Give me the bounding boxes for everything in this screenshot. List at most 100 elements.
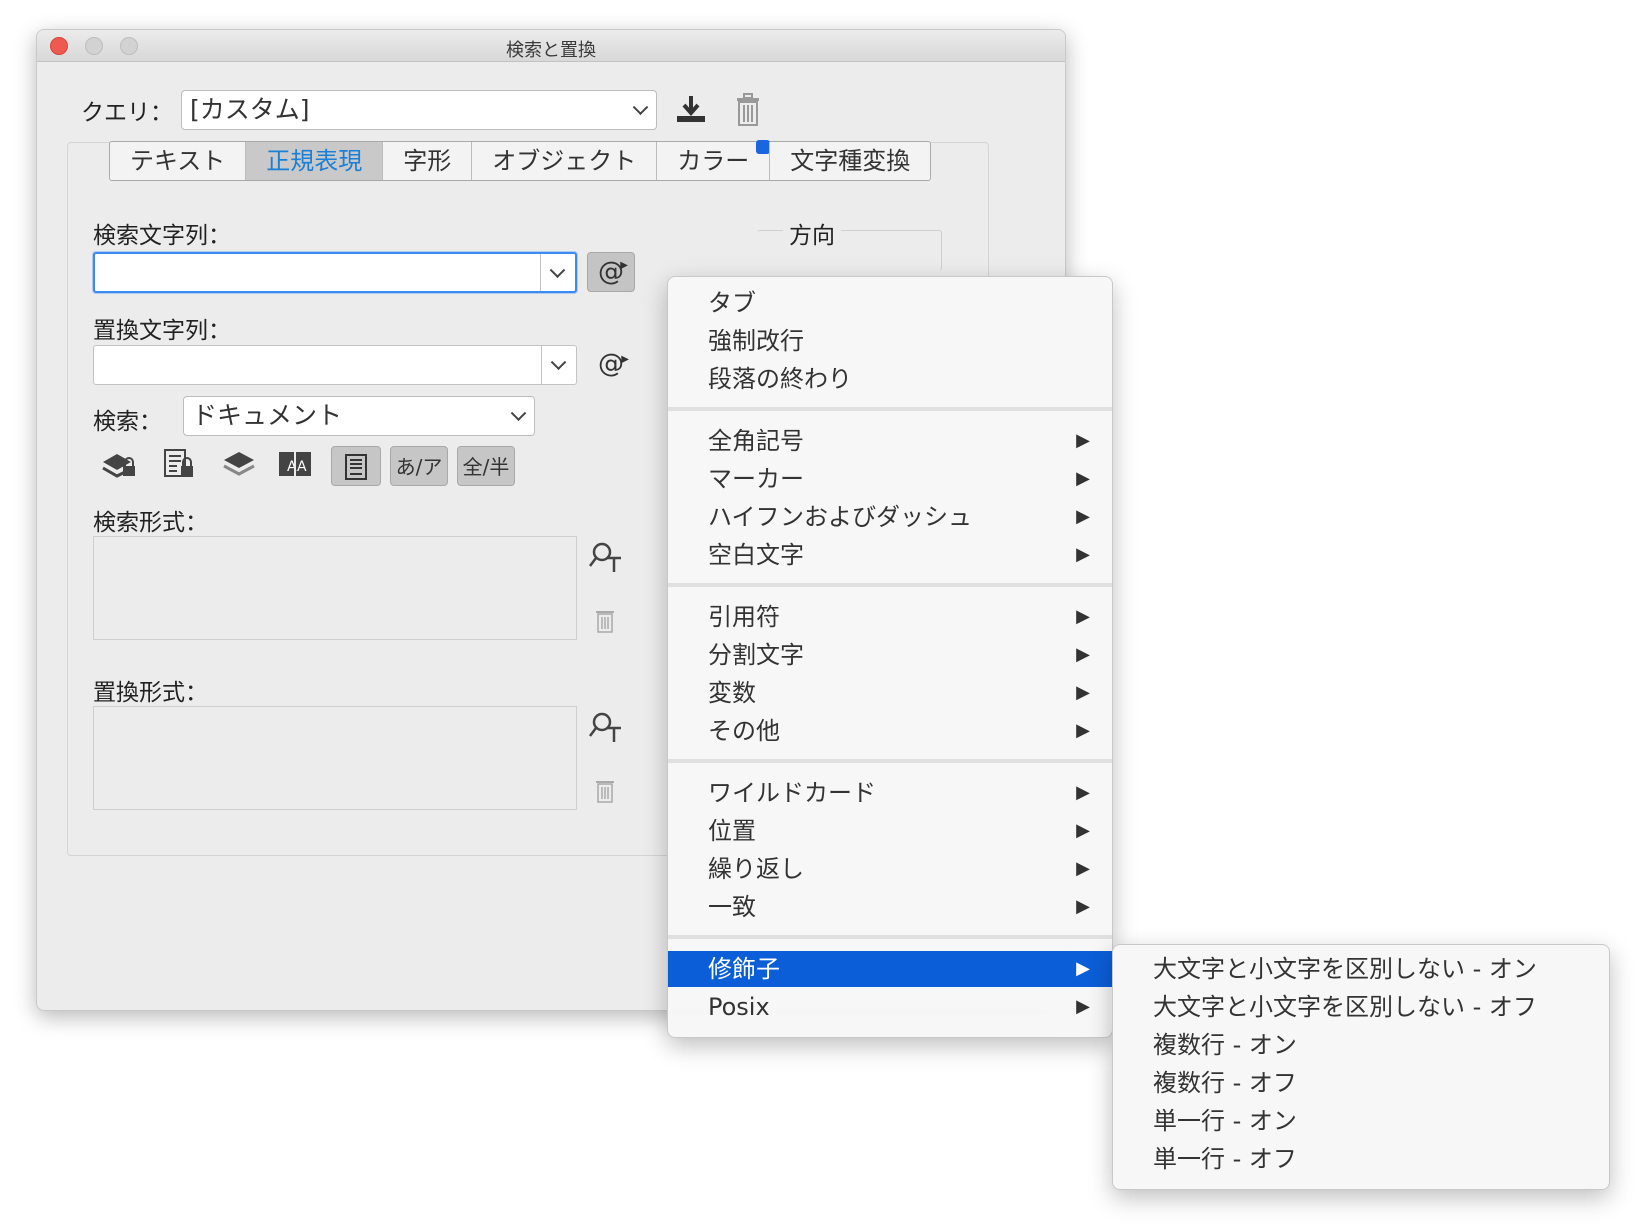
find-label: 検索文字列： bbox=[93, 223, 231, 249]
menu-item-label: 変数 bbox=[708, 679, 756, 707]
include-master-pages-button[interactable]: A A bbox=[273, 446, 317, 486]
submenu-arrow-icon: ▶ bbox=[1076, 606, 1090, 627]
menu-item-locations[interactable]: 位置 ▶ bbox=[668, 813, 1112, 849]
menu-item-forced-line-break[interactable]: 強制改行 bbox=[668, 323, 1112, 359]
download-icon bbox=[677, 96, 705, 122]
title-bar[interactable]: 検索と置換 bbox=[37, 30, 1065, 62]
tab-color[interactable]: カラー bbox=[656, 140, 771, 180]
locked-story-icon bbox=[164, 449, 193, 477]
at-icon: @ bbox=[598, 349, 624, 379]
menu-item-posix[interactable]: Posix ▶ bbox=[668, 989, 1112, 1025]
menu-item-label: 引用符 bbox=[708, 603, 780, 631]
menu-item-wildcards[interactable]: ワイルドカード ▶ bbox=[668, 775, 1112, 811]
tab-regex[interactable]: 正規表現 bbox=[245, 142, 383, 180]
replace-label: 置換文字列： bbox=[93, 318, 231, 344]
chevron-down-icon bbox=[510, 405, 527, 422]
menu-item-label: ワイルドカード bbox=[708, 779, 876, 807]
delete-query-button[interactable] bbox=[733, 92, 763, 128]
tab-color-label: カラー bbox=[677, 147, 750, 175]
submenu-arrow-icon: ▶ bbox=[1076, 858, 1090, 879]
special-characters-menu: タブ 強制改行 段落の終わり 全角記号 ▶ マーカー ▶ ハイフンおよびダッシュ ▶ … bbox=[667, 276, 1113, 1038]
menu-item-match[interactable]: 一致 ▶ bbox=[668, 889, 1112, 925]
chevron-down-icon[interactable] bbox=[550, 354, 567, 371]
tab-bar: テキスト 正規表現 字形 オブジェクト カラー 文字種変換 bbox=[109, 140, 932, 181]
direction-label: 方向 bbox=[783, 216, 841, 250]
include-footnotes-button[interactable] bbox=[331, 446, 381, 486]
menu-item-label: 修飾子 bbox=[708, 955, 780, 983]
menu-item-label: 位置 bbox=[708, 817, 756, 845]
trash-icon bbox=[737, 93, 759, 126]
menu-item-fullwidth-symbols[interactable]: 全角記号 ▶ bbox=[668, 423, 1112, 459]
submenu-item-case-insensitive-on[interactable]: 大文字と小文字を区別しない - オン bbox=[1113, 951, 1609, 987]
find-special-characters-button[interactable]: @ ▶ bbox=[587, 252, 635, 292]
scope-select[interactable]: ドキュメント bbox=[183, 396, 535, 436]
menu-item-label: タブ bbox=[708, 289, 756, 317]
trash-icon bbox=[596, 781, 614, 803]
submenu-arrow-icon: ▶ bbox=[1076, 468, 1090, 489]
find-format-label: 検索形式： bbox=[93, 510, 208, 536]
chevron-down-icon[interactable] bbox=[549, 261, 566, 278]
menu-item-modifiers[interactable]: 修飾子 ▶ bbox=[668, 951, 1112, 987]
window-title: 検索と置換 bbox=[506, 40, 596, 61]
specify-find-format-button[interactable] bbox=[589, 540, 625, 574]
query-select[interactable]: [カスタム] bbox=[181, 90, 657, 130]
menu-item-label: 一致 bbox=[708, 893, 756, 921]
save-query-button[interactable] bbox=[673, 92, 709, 128]
menu-separator bbox=[668, 407, 1112, 411]
layers-icon bbox=[223, 452, 255, 476]
menu-item-label: 分割文字 bbox=[708, 641, 804, 669]
menu-item-break-characters[interactable]: 分割文字 ▶ bbox=[668, 637, 1112, 673]
include-hidden-layers-button[interactable] bbox=[217, 446, 261, 486]
menu-item-other[interactable]: その他 ▶ bbox=[668, 713, 1112, 749]
menu-item-label: マーカー bbox=[708, 465, 804, 493]
tab-text[interactable]: テキスト bbox=[110, 142, 245, 180]
tab-transliterate[interactable]: 文字種変換 bbox=[769, 142, 930, 180]
submenu-item-multiline-on[interactable]: 複数行 - オン bbox=[1113, 1027, 1609, 1063]
replace-format-box[interactable] bbox=[93, 706, 577, 810]
submenu-item-single-line-on[interactable]: 単一行 - オン bbox=[1113, 1103, 1609, 1139]
master-pages-icon: A A bbox=[279, 450, 311, 478]
menu-separator bbox=[668, 759, 1112, 763]
menu-item-hyphens-dashes[interactable]: ハイフンおよびダッシュ ▶ bbox=[668, 499, 1112, 535]
footnote-icon bbox=[345, 454, 367, 480]
submenu-item-single-line-off[interactable]: 単一行 - オフ bbox=[1113, 1141, 1609, 1177]
include-locked-stories-button[interactable] bbox=[157, 446, 201, 486]
width-sensitive-button[interactable]: 全/半 bbox=[457, 446, 515, 486]
submenu-arrow-icon: ▶ bbox=[1076, 506, 1090, 527]
tab-object[interactable]: オブジェクト bbox=[471, 142, 656, 180]
replace-input[interactable] bbox=[93, 345, 577, 385]
scope-select-value: ドキュメント bbox=[192, 401, 343, 430]
submenu-arrow-icon: ▶ bbox=[1076, 820, 1090, 841]
find-format-box[interactable] bbox=[93, 536, 577, 640]
specify-replace-format-button[interactable] bbox=[589, 710, 625, 744]
tab-glyph[interactable]: 字形 bbox=[382, 142, 471, 180]
submenu-item-case-insensitive-off[interactable]: 大文字と小文字を区別しない - オフ bbox=[1113, 989, 1609, 1025]
query-select-value: [カスタム] bbox=[190, 95, 310, 124]
menu-item-end-of-paragraph[interactable]: 段落の終わり bbox=[668, 361, 1112, 397]
menu-item-repeat[interactable]: 繰り返し ▶ bbox=[668, 851, 1112, 887]
include-locked-layers-button[interactable] bbox=[97, 446, 141, 486]
trash-icon bbox=[596, 611, 614, 633]
menu-item-label: 段落の終わり bbox=[708, 365, 852, 393]
menu-item-tab[interactable]: タブ bbox=[668, 285, 1112, 321]
menu-item-markers[interactable]: マーカー ▶ bbox=[668, 461, 1112, 497]
menu-item-quotation-marks[interactable]: 引用符 ▶ bbox=[668, 599, 1112, 635]
submenu-item-multiline-off[interactable]: 複数行 - オフ bbox=[1113, 1065, 1609, 1101]
clear-replace-format-button[interactable] bbox=[593, 777, 617, 805]
menu-item-variables[interactable]: 変数 ▶ bbox=[668, 675, 1112, 711]
replace-format-icon bbox=[589, 712, 621, 742]
find-input[interactable] bbox=[93, 252, 577, 293]
menu-item-label: ハイフンおよびダッシュ bbox=[708, 503, 972, 531]
menu-item-label: 全角記号 bbox=[708, 427, 804, 455]
clear-find-format-button[interactable] bbox=[593, 607, 617, 635]
menu-item-label: その他 bbox=[708, 717, 780, 745]
submenu-arrow-icon: ▶ bbox=[1076, 544, 1090, 565]
modifiers-submenu: 大文字と小文字を区別しない - オン 大文字と小文字を区別しない - オフ 複数… bbox=[1112, 944, 1610, 1190]
replace-special-characters-button[interactable]: @ ▶ bbox=[587, 345, 635, 385]
chevron-down-icon bbox=[632, 99, 649, 116]
triangle-right-icon: ▶ bbox=[620, 260, 628, 271]
find-format-icon bbox=[589, 542, 621, 572]
menu-item-white-space[interactable]: 空白文字 ▶ bbox=[668, 537, 1112, 573]
kana-sensitive-button[interactable]: あ/ア bbox=[390, 446, 448, 486]
menu-item-label: 空白文字 bbox=[708, 541, 804, 569]
